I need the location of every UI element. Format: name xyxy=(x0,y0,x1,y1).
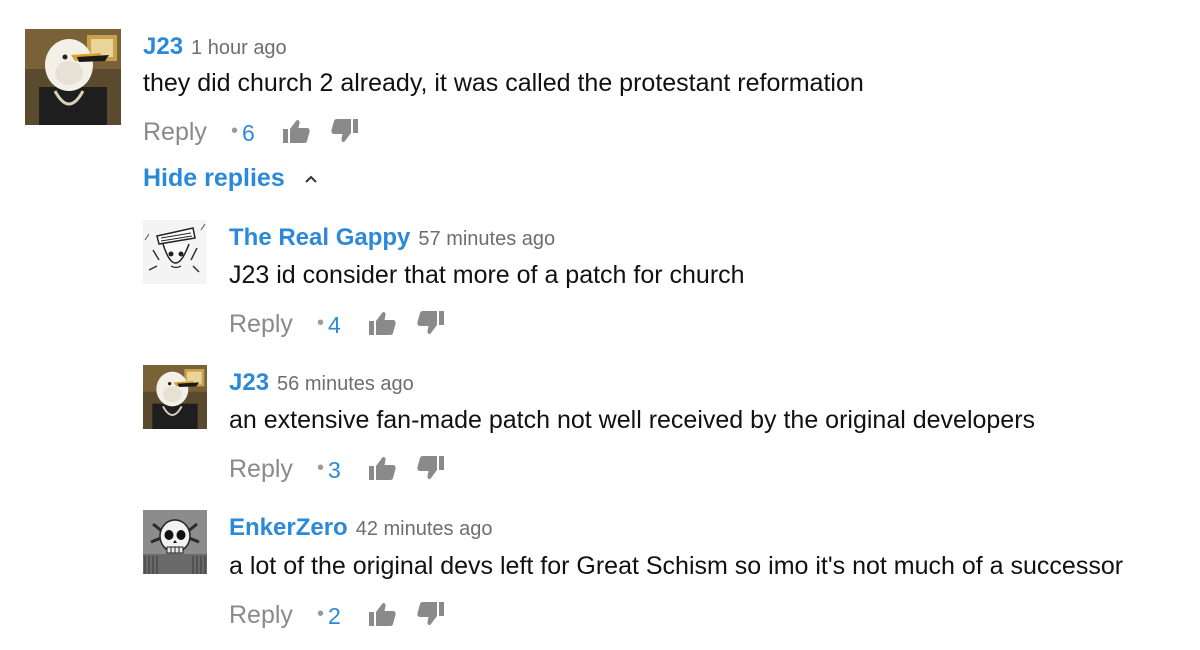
reply-comment: EnkerZero 42 minutes ago a lot of the ori… xyxy=(0,0,1200,628)
timestamp[interactable]: 42 minutes ago xyxy=(356,518,493,540)
thumbs-up-icon[interactable] xyxy=(281,116,311,146)
hide-replies-label: Hide replies xyxy=(143,164,285,192)
comment-meta: J23 56 minutes ago xyxy=(229,371,414,395)
reply-button[interactable]: Reply xyxy=(229,603,293,628)
reply-button[interactable]: Reply xyxy=(229,312,293,337)
thumbs-down-icon[interactable] xyxy=(416,453,446,483)
author-name[interactable]: The Real Gappy xyxy=(229,224,410,251)
avatar[interactable] xyxy=(25,29,121,125)
separator-dot: • xyxy=(317,312,325,334)
avatar[interactable] xyxy=(143,510,207,574)
like-count: 4 xyxy=(328,312,341,338)
comment-text: J23 id consider that more of a patch for… xyxy=(229,261,745,289)
reply-button[interactable]: Reply xyxy=(229,457,293,482)
like-count: 3 xyxy=(328,457,341,483)
comment-meta: The Real Gappy 57 minutes ago xyxy=(229,226,555,250)
reply-button[interactable]: Reply xyxy=(143,120,207,145)
comment-meta: EnkerZero 42 minutes ago xyxy=(229,516,492,540)
thumbs-down-icon[interactable] xyxy=(330,116,360,146)
thumbs-up-icon[interactable] xyxy=(367,453,397,483)
separator-dot: • xyxy=(317,603,325,625)
author-name[interactable]: EnkerZero xyxy=(229,514,348,541)
skull-avatar-icon xyxy=(143,510,207,574)
comment-actions: Reply • 2 xyxy=(229,602,469,635)
separator-dot: • xyxy=(231,120,239,142)
thumbs-up-icon[interactable] xyxy=(367,599,397,629)
like-count: 6 xyxy=(242,120,255,146)
comment-actions: Reply • 3 xyxy=(229,456,469,489)
comment-text: an extensive fan-made patch not well rec… xyxy=(229,406,1036,434)
timestamp[interactable]: 57 minutes ago xyxy=(418,228,555,250)
manga-sailor-avatar-icon xyxy=(143,220,207,284)
separator-dot: • xyxy=(317,457,325,479)
author-name[interactable]: J23 xyxy=(229,369,269,396)
comment: J23 1 hour ago they did church 2 already,… xyxy=(0,0,1200,160)
comment-text: a lot of the original devs left for Grea… xyxy=(229,552,1124,580)
comment-actions: Reply • 6 xyxy=(143,119,383,152)
comment-text: they did church 2 already, it was called… xyxy=(143,69,864,97)
thumbs-down-icon[interactable] xyxy=(416,308,446,338)
comment-actions: Reply • 4 xyxy=(229,311,469,344)
eagle-mask-avatar-icon xyxy=(143,365,207,429)
timestamp[interactable]: 56 minutes ago xyxy=(277,373,414,395)
hide-replies-button[interactable]: Hide replies xyxy=(143,166,320,191)
timestamp[interactable]: 1 hour ago xyxy=(191,37,287,59)
comment-meta: J23 1 hour ago xyxy=(143,35,287,59)
avatar[interactable] xyxy=(143,365,207,429)
thumbs-up-icon[interactable] xyxy=(367,308,397,338)
like-count: 2 xyxy=(328,603,341,629)
author-name[interactable]: J23 xyxy=(143,33,183,60)
eagle-mask-avatar-icon xyxy=(25,29,121,125)
thumbs-down-icon[interactable] xyxy=(416,599,446,629)
avatar[interactable] xyxy=(143,220,207,284)
chevron-up-icon xyxy=(304,175,317,184)
